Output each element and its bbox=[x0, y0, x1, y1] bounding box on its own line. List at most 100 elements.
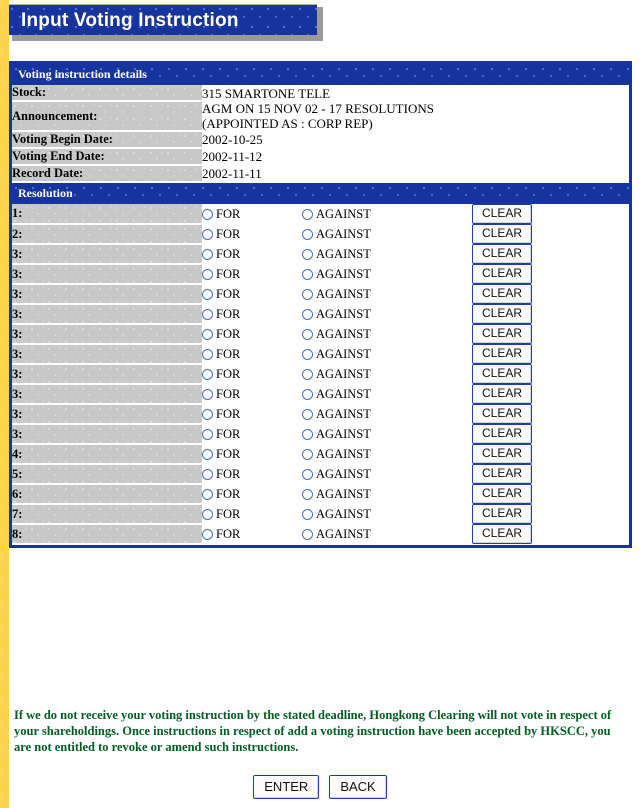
clear-button-cell: CLEAR bbox=[472, 404, 629, 424]
radio-for[interactable] bbox=[202, 249, 213, 260]
against-option-cell: AGAINST bbox=[302, 344, 472, 364]
radio-for[interactable] bbox=[202, 329, 213, 340]
detail-row: Announcement: AGM ON 15 NOV 02 - 17 RESOL… bbox=[12, 101, 629, 132]
table-row: 3: FOR AGAINST CLEAR bbox=[12, 344, 629, 365]
radio-against[interactable] bbox=[302, 309, 313, 320]
clear-button-cell: CLEAR bbox=[472, 284, 629, 304]
clear-button[interactable]: CLEAR bbox=[472, 224, 533, 244]
for-option-cell: FOR bbox=[202, 424, 302, 444]
clear-button[interactable]: CLEAR bbox=[472, 284, 533, 304]
clear-button-cell: CLEAR bbox=[472, 464, 629, 484]
detail-label: Voting Begin Date: bbox=[12, 131, 202, 149]
label-against: AGAINST bbox=[316, 347, 371, 361]
clear-button-cell: CLEAR bbox=[472, 444, 629, 464]
detail-label: Stock: bbox=[12, 85, 202, 102]
clear-button[interactable]: CLEAR bbox=[472, 404, 533, 424]
label-for: FOR bbox=[216, 387, 241, 401]
label-for: FOR bbox=[216, 447, 241, 461]
radio-for[interactable] bbox=[202, 429, 213, 440]
detail-value: 2002-11-11 bbox=[202, 165, 629, 182]
table-row: 3: FOR AGAINST CLEAR bbox=[12, 284, 629, 305]
label-against: AGAINST bbox=[316, 427, 371, 441]
radio-against[interactable] bbox=[302, 369, 313, 380]
table-row: 3: FOR AGAINST CLEAR bbox=[12, 384, 629, 405]
back-button[interactable]: BACK bbox=[329, 775, 387, 799]
radio-for[interactable] bbox=[202, 509, 213, 520]
radio-against[interactable] bbox=[302, 509, 313, 520]
detail-label: Record Date: bbox=[12, 165, 202, 183]
radio-for[interactable] bbox=[202, 209, 213, 220]
details-section-header: Voting instruction details bbox=[12, 64, 629, 85]
for-option-cell: FOR bbox=[202, 504, 302, 524]
table-row: 5: FOR AGAINST CLEAR bbox=[12, 464, 629, 485]
detail-row: Stock: 315 SMARTONE TELE bbox=[12, 85, 629, 102]
label-against: AGAINST bbox=[316, 227, 371, 241]
clear-button[interactable]: CLEAR bbox=[472, 204, 533, 224]
radio-for[interactable] bbox=[202, 269, 213, 280]
detail-label: Announcement: bbox=[12, 101, 202, 132]
radio-for[interactable] bbox=[202, 469, 213, 480]
against-option-cell: AGAINST bbox=[302, 364, 472, 384]
for-option-cell: FOR bbox=[202, 404, 302, 424]
radio-against[interactable] bbox=[302, 529, 313, 540]
clear-button[interactable]: CLEAR bbox=[472, 304, 533, 324]
radio-against[interactable] bbox=[302, 269, 313, 280]
label-against: AGAINST bbox=[316, 487, 371, 501]
radio-against[interactable] bbox=[302, 209, 313, 220]
clear-button-cell: CLEAR bbox=[472, 504, 629, 524]
table-row: 8: FOR AGAINST CLEAR bbox=[12, 524, 629, 545]
clear-button-cell: CLEAR bbox=[472, 424, 629, 444]
label-for: FOR bbox=[216, 207, 241, 221]
detail-value-line1: 2002-11-11 bbox=[202, 166, 262, 181]
label-against: AGAINST bbox=[316, 387, 371, 401]
clear-button[interactable]: CLEAR bbox=[472, 524, 533, 544]
radio-against[interactable] bbox=[302, 289, 313, 300]
against-option-cell: AGAINST bbox=[302, 464, 472, 484]
clear-button-cell: CLEAR bbox=[472, 384, 629, 404]
radio-against[interactable] bbox=[302, 489, 313, 500]
radio-against[interactable] bbox=[302, 229, 313, 240]
clear-button[interactable]: CLEAR bbox=[472, 504, 533, 524]
radio-for[interactable] bbox=[202, 289, 213, 300]
detail-value-line1: 2002-11-12 bbox=[202, 149, 263, 164]
radio-for[interactable] bbox=[202, 489, 213, 500]
radio-for[interactable] bbox=[202, 349, 213, 360]
radio-against[interactable] bbox=[302, 469, 313, 480]
clear-button[interactable]: CLEAR bbox=[472, 444, 533, 464]
radio-for[interactable] bbox=[202, 529, 213, 540]
enter-button[interactable]: ENTER bbox=[253, 775, 320, 799]
clear-button[interactable]: CLEAR bbox=[472, 324, 533, 344]
clear-button[interactable]: CLEAR bbox=[472, 484, 533, 504]
clear-button[interactable]: CLEAR bbox=[472, 344, 533, 364]
radio-for[interactable] bbox=[202, 389, 213, 400]
resolution-number: 7: bbox=[12, 504, 202, 525]
radio-for[interactable] bbox=[202, 409, 213, 420]
clear-button[interactable]: CLEAR bbox=[472, 244, 533, 264]
radio-against[interactable] bbox=[302, 249, 313, 260]
radio-for[interactable] bbox=[202, 229, 213, 240]
clear-button[interactable]: CLEAR bbox=[472, 464, 533, 484]
radio-against[interactable] bbox=[302, 329, 313, 340]
radio-for[interactable] bbox=[202, 369, 213, 380]
clear-button[interactable]: CLEAR bbox=[472, 384, 533, 404]
resolution-section-header: Resolution bbox=[12, 183, 629, 204]
radio-for[interactable] bbox=[202, 309, 213, 320]
radio-against[interactable] bbox=[302, 449, 313, 460]
clear-button[interactable]: CLEAR bbox=[472, 364, 533, 384]
label-for: FOR bbox=[216, 247, 241, 261]
radio-against[interactable] bbox=[302, 429, 313, 440]
label-for: FOR bbox=[216, 287, 241, 301]
radio-against[interactable] bbox=[302, 389, 313, 400]
clear-button[interactable]: CLEAR bbox=[472, 264, 533, 284]
clear-button-cell: CLEAR bbox=[472, 324, 629, 344]
radio-against[interactable] bbox=[302, 349, 313, 360]
against-option-cell: AGAINST bbox=[302, 384, 472, 404]
against-option-cell: AGAINST bbox=[302, 304, 472, 324]
radio-against[interactable] bbox=[302, 409, 313, 420]
radio-for[interactable] bbox=[202, 449, 213, 460]
table-row: 7: FOR AGAINST CLEAR bbox=[12, 504, 629, 525]
details-table: Stock: 315 SMARTONE TELE Announcement: AGM … bbox=[12, 85, 629, 183]
clear-button-cell: CLEAR bbox=[472, 204, 629, 224]
clear-button[interactable]: CLEAR bbox=[472, 424, 533, 444]
label-against: AGAINST bbox=[316, 507, 371, 521]
